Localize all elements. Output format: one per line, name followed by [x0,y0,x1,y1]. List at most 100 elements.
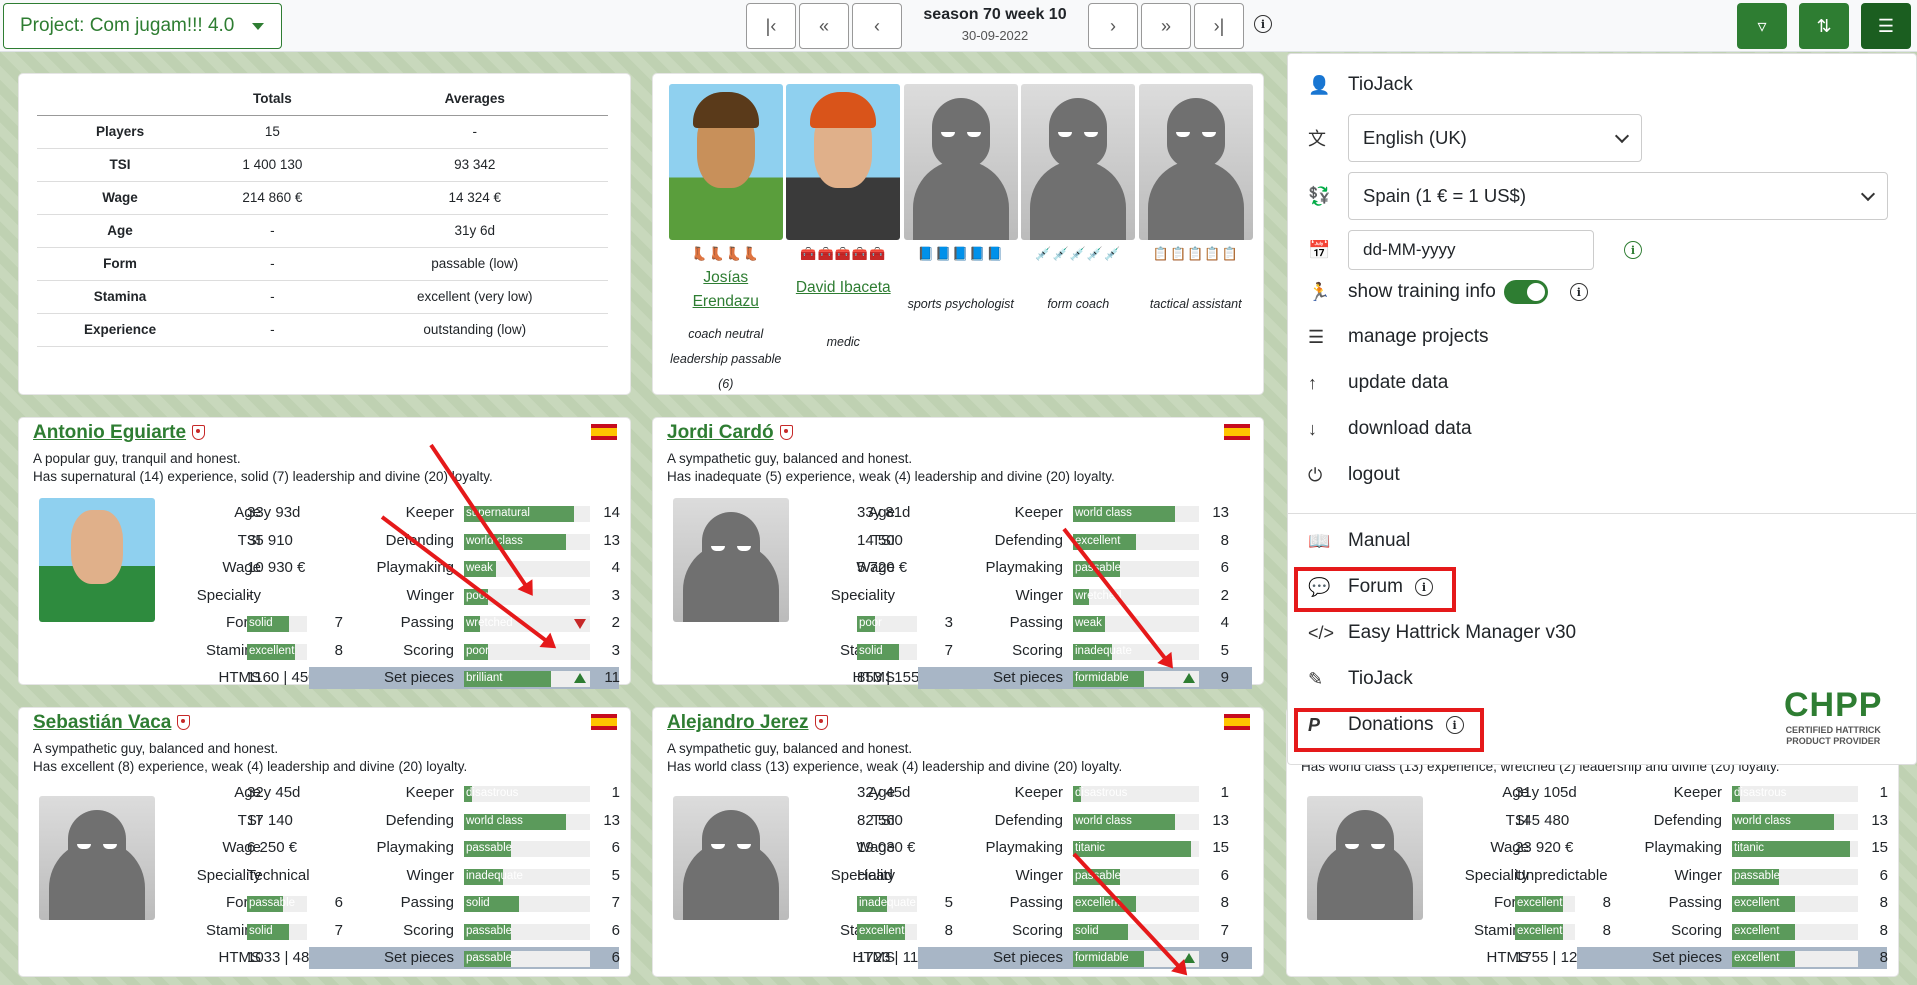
table-cell: Wage [37,181,204,215]
filter-icon: ▿ [1757,15,1767,36]
staff-name-link[interactable]: David Ibaceta [785,276,903,300]
spain-flag-icon [591,714,617,730]
form-value: 6 [334,894,343,911]
project-selector[interactable]: Project: Com jugam!!! 4.0 [3,3,282,49]
stamina-bar: solid [247,923,307,940]
filter-button[interactable]: ▿ [1737,3,1787,49]
language-select[interactable]: English (UK) [1348,114,1642,162]
info-icon[interactable]: i [1254,15,1272,33]
skill-value: 7 [611,894,620,911]
menu-update-data[interactable]: ↑ update data [1308,372,1448,394]
player-experience: Has supernatural (14) experience, solid … [33,469,493,484]
menu-logout[interactable]: ⏻ logout [1308,464,1400,486]
skill-bar: world class [1073,813,1199,830]
player-name-link[interactable]: Antonio Eguiarte [33,422,206,444]
training-toggle[interactable] [1503,280,1548,304]
season-display: season 70 week 10 30-09-2022 [900,6,1090,43]
sort-button[interactable]: ⇅ [1799,3,1849,49]
menu-download-data[interactable]: ↓ download data [1308,418,1472,440]
menu-manual[interactable]: 📖 Manual [1308,530,1410,552]
currency-icon: 💱 [1308,185,1331,206]
skill-value: 11 [604,669,620,686]
wage-text: 6 250 € [247,839,298,856]
table-cell: excellent (very low) [341,280,608,314]
author-label: TioJack [1348,668,1413,689]
tsi-value: 82 560 [857,812,903,829]
table-header [37,82,204,116]
skill-bar: disastrous [1732,786,1858,802]
skill-value: 6 [1879,866,1888,884]
player-name-link[interactable]: Jordi Cardó [667,422,793,444]
skill-bar: excellent [1732,896,1858,912]
wage-text: 10 930 € [247,559,306,576]
player-name: Sebastián Vaca [33,712,172,733]
caret-down-icon [252,22,265,30]
menu-author[interactable]: ✎ TioJack [1308,668,1413,690]
last-week-button[interactable]: ›| [1194,3,1244,49]
player-name-link[interactable]: Alejandro Jerez [667,712,828,734]
update-label: update data [1348,372,1449,393]
skill-bar: titanic [1732,841,1858,857]
skill-value: 6 [611,839,620,856]
skill-value: 13 [1212,504,1229,521]
user-badge-icon: 👤 [1308,74,1331,95]
player-name-link[interactable]: Sebastián Vaca [33,712,191,734]
menu-user-label: TioJack [1348,74,1413,95]
currency-select[interactable]: Spain (1 € = 1 US$) [1348,172,1888,220]
table-cell: - [203,313,342,347]
first-week-button[interactable]: |‹ [746,3,796,49]
staff-name-link[interactable]: Josías Erendazu [686,266,766,314]
skill-value: 6 [611,921,620,939]
manual-label: Manual [1348,530,1411,551]
stamina-value: 8 [334,641,343,659]
spain-flag-icon [1224,424,1250,440]
hair-shape [810,92,877,128]
training-label: show training info [1348,281,1496,302]
info-icon[interactable]: i [1569,283,1588,301]
skill-bar: inadequate [464,868,590,885]
skill-value: 8 [1879,921,1888,939]
menu-button[interactable]: ☰ [1861,3,1911,49]
player-description: A sympathetic guy, balanced and honest. H… [667,740,1122,776]
skill-level: solid [466,897,490,909]
menu-manage-projects[interactable]: ☰ manage projects [1308,326,1488,348]
skill-value: 8 [1220,531,1229,549]
stamina-level: excellent [1517,924,1563,937]
next-season-button[interactable]: » [1141,3,1191,49]
attr-label: Wage [222,839,261,856]
skill-level: weak [466,562,493,574]
next-week-button[interactable]: › [1088,3,1138,49]
table-row: Players 15- [37,115,608,149]
prev-week-button[interactable]: ‹ [852,3,902,49]
menu-ehm[interactable]: </> Easy Hattrick Manager v30 [1308,622,1576,644]
wage-value: 19 030 € [857,839,915,856]
calendar-icon: 📅 [1308,239,1331,260]
skill-label: Set pieces [1651,949,1722,966]
skill-label: Passing [400,614,454,631]
staff-role: medic [826,335,860,349]
skill-label: Scoring [1012,641,1063,659]
prev-season-button[interactable]: « [799,3,849,49]
tsi-text: 82 560 [857,811,903,829]
menu-divider [1288,513,1917,514]
skill-value: 15 [1871,839,1888,856]
attr-label: Stamina [205,641,261,659]
speciality-value: - [247,587,252,604]
skill-level: world class [466,814,523,827]
skill-level: formidable [1075,672,1129,684]
age-value: 32y 45d [247,784,300,801]
skill-value: 13 [1871,811,1888,829]
table-cell: Experience [37,313,204,347]
age-text: 33y 93d [247,504,301,521]
date-format-input[interactable]: dd-MM-yyyy [1348,230,1594,270]
attr-label: TSI [1505,811,1529,829]
form-value: 3 [944,614,953,631]
info-icon[interactable]: i [1624,241,1642,259]
wage-text: 19 030 € [857,839,916,856]
menu-user[interactable]: 👤 TioJack [1308,74,1413,96]
menu-training: 🏃 show training info i [1308,280,1588,304]
speciality-text: - [247,586,252,604]
skill-bar: passable [1732,868,1858,885]
skill-label: Keeper [1014,784,1063,801]
skill-value: 14 [603,504,620,521]
